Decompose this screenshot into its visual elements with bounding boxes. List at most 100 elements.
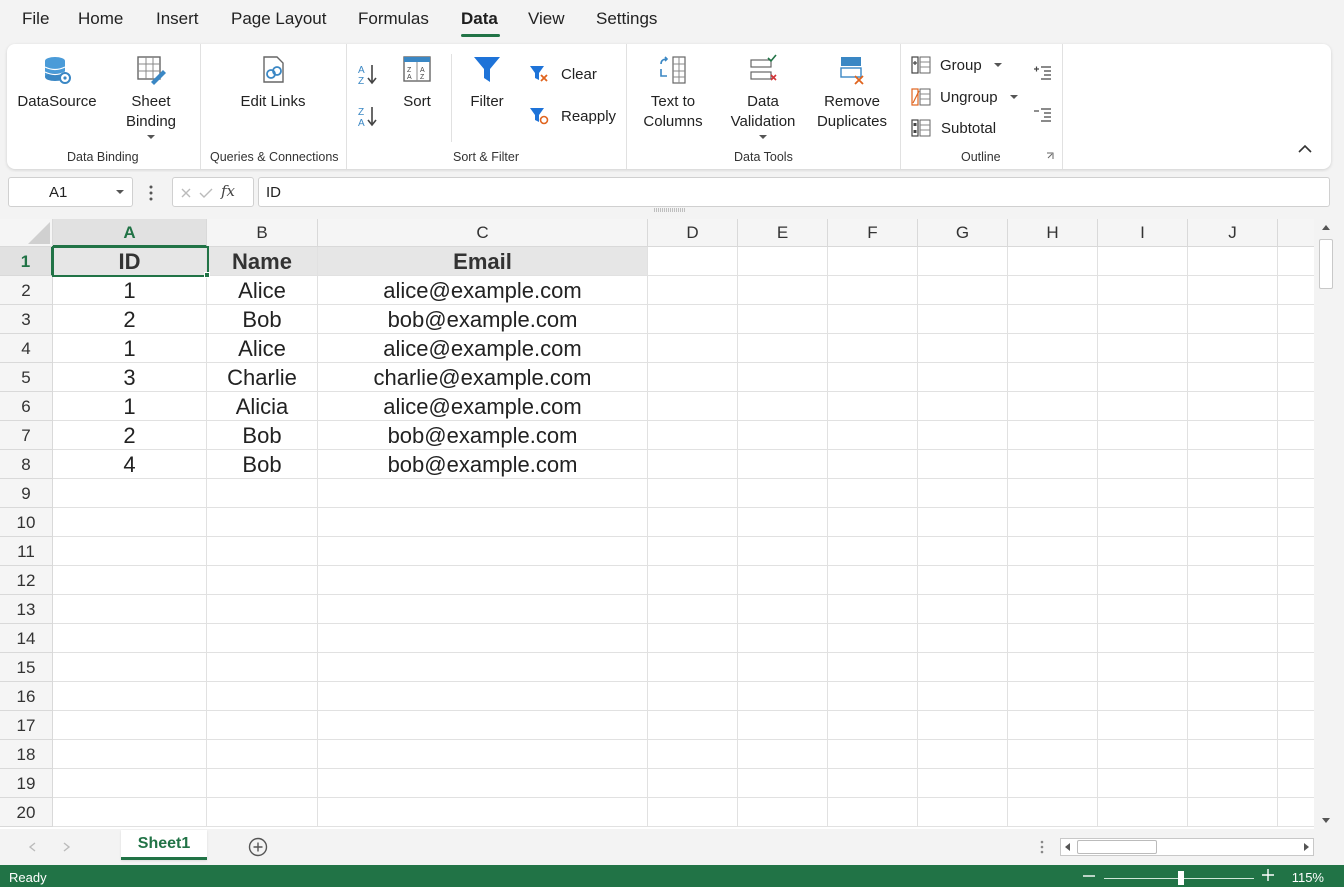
cell-i3[interactable] bbox=[1098, 305, 1188, 334]
cell-a20[interactable] bbox=[53, 798, 207, 827]
cell-h8[interactable] bbox=[1008, 450, 1098, 479]
cell-extra8[interactable] bbox=[1278, 450, 1314, 479]
cell-a8[interactable]: 4 bbox=[53, 450, 207, 479]
column-header-b[interactable]: B bbox=[207, 219, 318, 247]
next-sheet-icon[interactable] bbox=[63, 842, 71, 852]
cell-b8[interactable]: Bob bbox=[207, 450, 318, 479]
cell-f2[interactable] bbox=[828, 276, 918, 305]
zoom-slider-thumb[interactable] bbox=[1178, 871, 1184, 885]
cell-extra11[interactable] bbox=[1278, 537, 1314, 566]
cell-c17[interactable] bbox=[318, 711, 648, 740]
cell-extra16[interactable] bbox=[1278, 682, 1314, 711]
row-header-16[interactable]: 16 bbox=[0, 682, 53, 711]
scroll-left-icon[interactable] bbox=[1064, 842, 1071, 852]
cell-j1[interactable] bbox=[1188, 247, 1278, 276]
cell-b20[interactable] bbox=[207, 798, 318, 827]
cell-f17[interactable] bbox=[828, 711, 918, 740]
cell-h20[interactable] bbox=[1008, 798, 1098, 827]
menu-settings[interactable]: Settings bbox=[596, 9, 657, 29]
cell-b12[interactable] bbox=[207, 566, 318, 595]
cell-d11[interactable] bbox=[648, 537, 738, 566]
menu-view[interactable]: View bbox=[528, 9, 565, 29]
cell-extra18[interactable] bbox=[1278, 740, 1314, 769]
menu-formulas[interactable]: Formulas bbox=[358, 9, 429, 29]
cell-b2[interactable]: Alice bbox=[207, 276, 318, 305]
dialog-launcher-icon[interactable] bbox=[1046, 152, 1054, 160]
cell-j11[interactable] bbox=[1188, 537, 1278, 566]
row-header-10[interactable]: 10 bbox=[0, 508, 53, 537]
menu-data[interactable]: Data bbox=[461, 9, 498, 29]
row-header-5[interactable]: 5 bbox=[0, 363, 53, 392]
sheet-binding-button[interactable]: Sheet Binding bbox=[115, 54, 187, 140]
cell-j12[interactable] bbox=[1188, 566, 1278, 595]
cell-i13[interactable] bbox=[1098, 595, 1188, 624]
cell-g9[interactable] bbox=[918, 479, 1008, 508]
cell-j5[interactable] bbox=[1188, 363, 1278, 392]
column-header-e[interactable]: E bbox=[738, 219, 828, 247]
cell-j20[interactable] bbox=[1188, 798, 1278, 827]
vertical-scrollbar[interactable] bbox=[1315, 219, 1337, 829]
cell-b6[interactable]: Alicia bbox=[207, 392, 318, 421]
cell-j9[interactable] bbox=[1188, 479, 1278, 508]
cell-c14[interactable] bbox=[318, 624, 648, 653]
cell-g17[interactable] bbox=[918, 711, 1008, 740]
sort-button[interactable]: Z A A Z Sort bbox=[395, 54, 439, 112]
cell-f18[interactable] bbox=[828, 740, 918, 769]
cell-g14[interactable] bbox=[918, 624, 1008, 653]
cell-d18[interactable] bbox=[648, 740, 738, 769]
cell-c5[interactable]: charlie@example.com bbox=[318, 363, 648, 392]
cell-b18[interactable] bbox=[207, 740, 318, 769]
cell-h3[interactable] bbox=[1008, 305, 1098, 334]
cell-a17[interactable] bbox=[53, 711, 207, 740]
cell-g2[interactable] bbox=[918, 276, 1008, 305]
cell-a16[interactable] bbox=[53, 682, 207, 711]
cell-a3[interactable]: 2 bbox=[53, 305, 207, 334]
column-header-d[interactable]: D bbox=[648, 219, 738, 247]
scroll-right-icon[interactable] bbox=[1303, 842, 1310, 852]
sort-ascending-button[interactable]: A Z bbox=[357, 62, 379, 86]
cell-f8[interactable] bbox=[828, 450, 918, 479]
column-header-f[interactable]: F bbox=[828, 219, 918, 247]
cell-i4[interactable] bbox=[1098, 334, 1188, 363]
cell-h6[interactable] bbox=[1008, 392, 1098, 421]
cell-b3[interactable]: Bob bbox=[207, 305, 318, 334]
menu-insert[interactable]: Insert bbox=[156, 9, 199, 29]
menu-file[interactable]: File bbox=[22, 9, 49, 29]
cell-b7[interactable]: Bob bbox=[207, 421, 318, 450]
cell-g18[interactable] bbox=[918, 740, 1008, 769]
cell-i12[interactable] bbox=[1098, 566, 1188, 595]
cell-d5[interactable] bbox=[648, 363, 738, 392]
fx-icon[interactable]: fx bbox=[221, 182, 235, 200]
cell-f3[interactable] bbox=[828, 305, 918, 334]
cell-a14[interactable] bbox=[53, 624, 207, 653]
cell-d6[interactable] bbox=[648, 392, 738, 421]
cell-g20[interactable] bbox=[918, 798, 1008, 827]
cell-e13[interactable] bbox=[738, 595, 828, 624]
cell-i18[interactable] bbox=[1098, 740, 1188, 769]
cell-f9[interactable] bbox=[828, 479, 918, 508]
cell-c12[interactable] bbox=[318, 566, 648, 595]
cell-f16[interactable] bbox=[828, 682, 918, 711]
row-header-8[interactable]: 8 bbox=[0, 450, 53, 479]
cell-i17[interactable] bbox=[1098, 711, 1188, 740]
row-header-17[interactable]: 17 bbox=[0, 711, 53, 740]
cell-d20[interactable] bbox=[648, 798, 738, 827]
cell-d14[interactable] bbox=[648, 624, 738, 653]
column-header-c[interactable]: C bbox=[318, 219, 648, 247]
cell-extra7[interactable] bbox=[1278, 421, 1314, 450]
cell-e4[interactable] bbox=[738, 334, 828, 363]
cell-d16[interactable] bbox=[648, 682, 738, 711]
cell-i19[interactable] bbox=[1098, 769, 1188, 798]
name-box[interactable]: A1 bbox=[8, 177, 133, 207]
cell-g6[interactable] bbox=[918, 392, 1008, 421]
cell-e10[interactable] bbox=[738, 508, 828, 537]
cell-e14[interactable] bbox=[738, 624, 828, 653]
cell-h5[interactable] bbox=[1008, 363, 1098, 392]
cell-a11[interactable] bbox=[53, 537, 207, 566]
cell-c7[interactable]: bob@example.com bbox=[318, 421, 648, 450]
cell-h19[interactable] bbox=[1008, 769, 1098, 798]
cell-g13[interactable] bbox=[918, 595, 1008, 624]
data-validation-button[interactable]: Data Validation bbox=[724, 54, 802, 140]
cell-d15[interactable] bbox=[648, 653, 738, 682]
cell-i15[interactable] bbox=[1098, 653, 1188, 682]
